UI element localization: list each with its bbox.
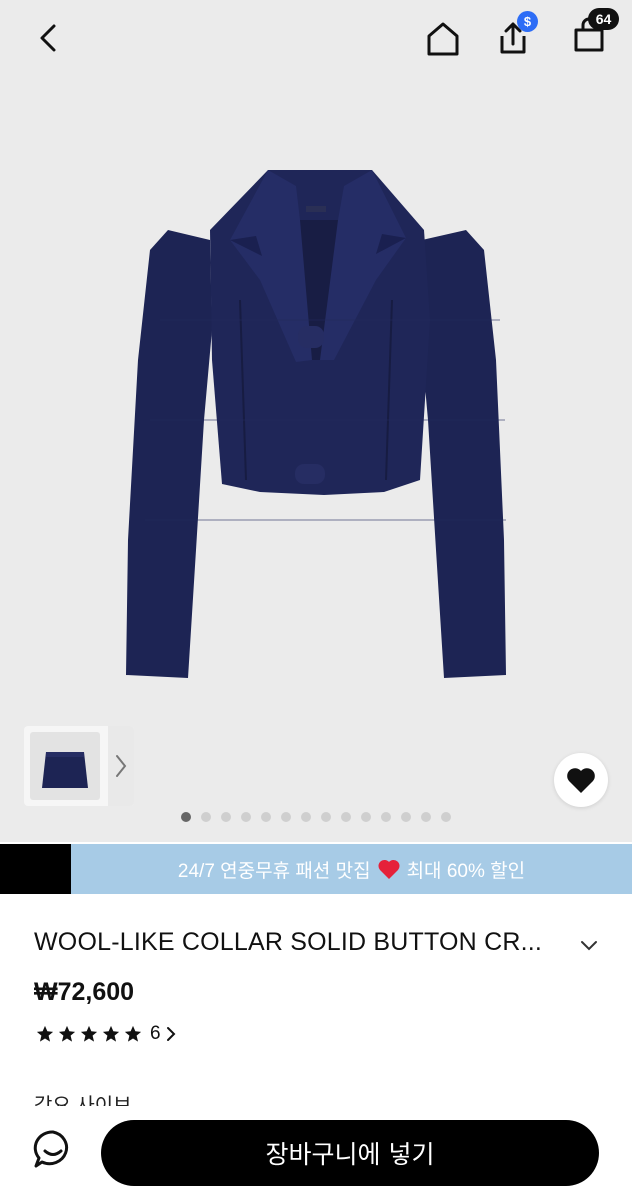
star-icon	[58, 1025, 76, 1042]
product-gallery[interactable]	[0, 0, 632, 842]
wishlist-button[interactable]	[554, 753, 608, 807]
product-title[interactable]: WOOL-LIKE COLLAR SOLID BUTTON CR...	[34, 928, 574, 957]
pagination-dot[interactable]	[221, 812, 231, 822]
back-arrow-icon[interactable]	[30, 18, 70, 58]
share-reward-badge: $	[517, 11, 538, 32]
rating-link[interactable]: 6	[36, 1022, 178, 1046]
thumbnail-next-button[interactable]	[108, 726, 134, 806]
promo-banner-edge	[0, 844, 71, 894]
product-price: ₩72,600	[34, 978, 135, 1006]
chevron-right-icon	[166, 1027, 175, 1041]
chevron-down-icon[interactable]	[578, 934, 600, 956]
promo-banner[interactable]: 24/7 연중무휴 패션 맛집 최대 60% 할인	[0, 844, 632, 894]
home-icon[interactable]	[420, 16, 466, 62]
star-icon	[102, 1025, 120, 1042]
bottom-action-bar: 장바구니에 넣기	[0, 1106, 632, 1200]
red-heart-icon	[378, 859, 400, 879]
chevron-right-icon	[116, 755, 127, 777]
pagination-dot[interactable]	[201, 812, 211, 822]
gallery-pagination	[0, 812, 632, 824]
heart-icon	[567, 768, 595, 793]
pagination-dot[interactable]	[321, 812, 331, 822]
pagination-dot[interactable]	[181, 812, 191, 822]
chat-icon[interactable]	[30, 1126, 76, 1172]
top-navigation-bar: $ 64	[0, 0, 632, 80]
add-to-cart-button[interactable]: 장바구니에 넣기	[101, 1120, 599, 1186]
pagination-dot[interactable]	[301, 812, 311, 822]
product-image[interactable]	[0, 60, 632, 720]
pagination-dot[interactable]	[421, 812, 431, 822]
pagination-dot[interactable]	[241, 812, 251, 822]
pagination-dot[interactable]	[341, 812, 351, 822]
pagination-dot[interactable]	[361, 812, 371, 822]
thumbnail-strip	[24, 726, 134, 806]
promo-text-before: 24/7 연중무휴 패션 맛집	[177, 860, 371, 882]
pagination-dot[interactable]	[381, 812, 391, 822]
pagination-dot[interactable]	[441, 812, 451, 822]
star-icon	[36, 1025, 54, 1042]
review-count: 6	[150, 1023, 161, 1044]
thumbnail-skirt[interactable]	[30, 732, 100, 800]
pagination-dot[interactable]	[401, 812, 411, 822]
promo-text-after: 최대 60% 할인	[406, 860, 526, 882]
star-icon	[80, 1025, 98, 1042]
star-icon	[124, 1025, 142, 1042]
cart-count-badge: 64	[588, 8, 619, 30]
pagination-dot[interactable]	[261, 812, 271, 822]
pagination-dot[interactable]	[281, 812, 291, 822]
promo-text: 24/7 연중무휴 패션 맛집 최대 60% 할인	[71, 844, 632, 894]
